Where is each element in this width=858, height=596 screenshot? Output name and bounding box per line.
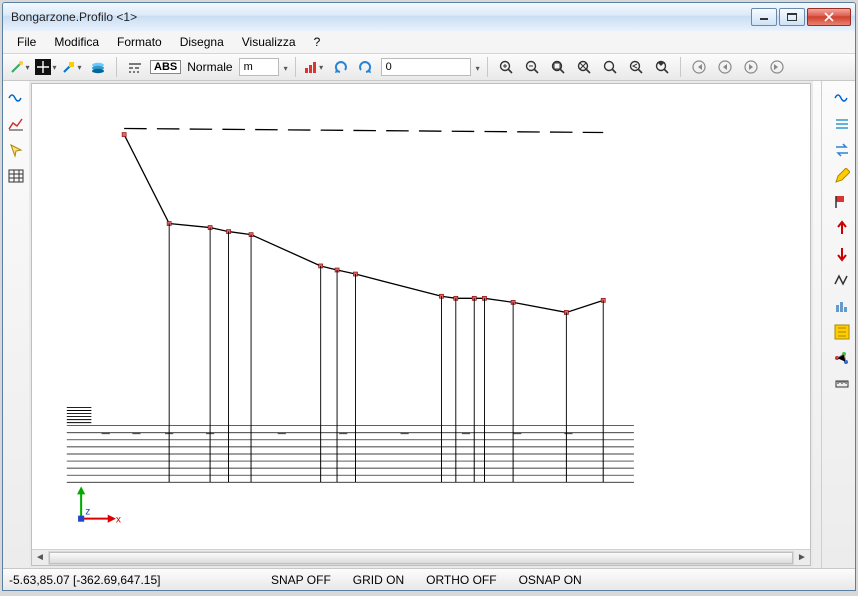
- close-button[interactable]: [807, 8, 851, 26]
- unit-value: m: [244, 61, 253, 73]
- tool-ruler-icon[interactable]: [831, 373, 853, 395]
- minimize-button[interactable]: [751, 8, 777, 26]
- status-osnap[interactable]: OSNAP ON: [519, 573, 582, 587]
- left-toolbox: [3, 81, 29, 568]
- right-toolbox: [829, 81, 855, 568]
- brush-icon[interactable]: [61, 56, 83, 78]
- zoom-in-icon[interactable]: [495, 56, 517, 78]
- zoom-window-icon[interactable]: [547, 56, 569, 78]
- abs-indicator[interactable]: ABS: [150, 60, 181, 74]
- menu-disegna[interactable]: Disegna: [180, 35, 224, 49]
- tool-nodes-icon[interactable]: [831, 347, 853, 369]
- tool-pencil-icon[interactable]: [831, 165, 853, 187]
- unit-dropdown-icon[interactable]: [283, 60, 288, 74]
- svg-text:x: x: [116, 515, 121, 526]
- titlebar: Bongarzone.Profilo <1>: [3, 3, 855, 31]
- tool-down-arrow-icon[interactable]: [831, 243, 853, 265]
- scroll-thumb[interactable]: [49, 552, 793, 564]
- menu-visualizza[interactable]: Visualizza: [242, 35, 296, 49]
- tool-exchange-icon[interactable]: [831, 139, 853, 161]
- chart-style-icon[interactable]: [303, 56, 325, 78]
- nav-first-icon[interactable]: [688, 56, 710, 78]
- scroll-right-icon[interactable]: ►: [794, 552, 810, 563]
- redo-icon[interactable]: [355, 56, 377, 78]
- app-window: Bongarzone.Profilo <1> File Modifica For…: [2, 2, 856, 591]
- tool-yellow-icon[interactable]: [831, 321, 853, 343]
- unit-field[interactable]: m: [239, 58, 279, 76]
- status-snap[interactable]: SNAP OFF: [271, 573, 331, 587]
- layers-icon[interactable]: [87, 56, 109, 78]
- main-toolbar: ABS Normale m 0: [3, 53, 855, 81]
- nav-next-icon[interactable]: [740, 56, 762, 78]
- zoom-pan-icon[interactable]: [651, 56, 673, 78]
- tool-lines-icon[interactable]: [831, 113, 853, 135]
- value-field[interactable]: 0: [381, 58, 471, 76]
- status-bar: -5.63,85.07 [-362.69,647.15] SNAP OFF GR…: [3, 568, 855, 590]
- tool-wavy-icon[interactable]: [5, 87, 27, 109]
- tool-zigzag-icon[interactable]: [831, 269, 853, 291]
- zoom-realtime-icon[interactable]: [599, 56, 621, 78]
- scroll-left-icon[interactable]: ◄: [32, 552, 48, 563]
- maximize-button[interactable]: [779, 8, 805, 26]
- menubar: File Modifica Formato Disegna Visualizza…: [3, 31, 855, 53]
- zoom-out-icon[interactable]: [521, 56, 543, 78]
- tool-pick-icon[interactable]: [5, 139, 27, 161]
- horizontal-scrollbar[interactable]: ◄ ►: [32, 549, 810, 565]
- tool-flag-icon[interactable]: [831, 191, 853, 213]
- tool-wavy2-icon[interactable]: [831, 87, 853, 109]
- tool-bars-icon[interactable]: [831, 295, 853, 317]
- tool-chart-icon[interactable]: [5, 113, 27, 135]
- tool-up-arrow-icon[interactable]: [831, 217, 853, 239]
- nav-last-icon[interactable]: [766, 56, 788, 78]
- window-title: Bongarzone.Profilo <1>: [11, 10, 751, 24]
- nav-prev-icon[interactable]: [714, 56, 736, 78]
- status-grid[interactable]: GRID ON: [353, 573, 404, 587]
- zoom-previous-icon[interactable]: [625, 56, 647, 78]
- wand-dropdown-icon[interactable]: [9, 56, 31, 78]
- menu-formato[interactable]: Formato: [117, 35, 162, 49]
- undo-icon[interactable]: [329, 56, 351, 78]
- menu-file[interactable]: File: [17, 35, 36, 49]
- svg-text:z: z: [85, 507, 90, 518]
- menu-modifica[interactable]: Modifica: [54, 35, 99, 49]
- work-area: zx ◄ ►: [3, 81, 855, 568]
- value-text: 0: [386, 61, 392, 73]
- vertical-scrollbar[interactable]: [813, 81, 829, 568]
- mode-label: Normale: [185, 60, 234, 74]
- scroll-track[interactable]: [48, 551, 794, 565]
- tool-table-icon[interactable]: [5, 165, 27, 187]
- dash-style-icon[interactable]: [124, 56, 146, 78]
- menu-help[interactable]: ?: [314, 35, 321, 49]
- zoom-extents-icon[interactable]: [573, 56, 595, 78]
- target-dark-icon[interactable]: [35, 56, 57, 78]
- drawing-canvas[interactable]: zx: [32, 84, 810, 549]
- status-ortho[interactable]: ORTHO OFF: [426, 573, 496, 587]
- canvas-wrap: zx ◄ ►: [31, 83, 811, 566]
- status-coords: -5.63,85.07 [-362.69,647.15]: [9, 573, 249, 587]
- value-dropdown-icon[interactable]: [475, 60, 480, 74]
